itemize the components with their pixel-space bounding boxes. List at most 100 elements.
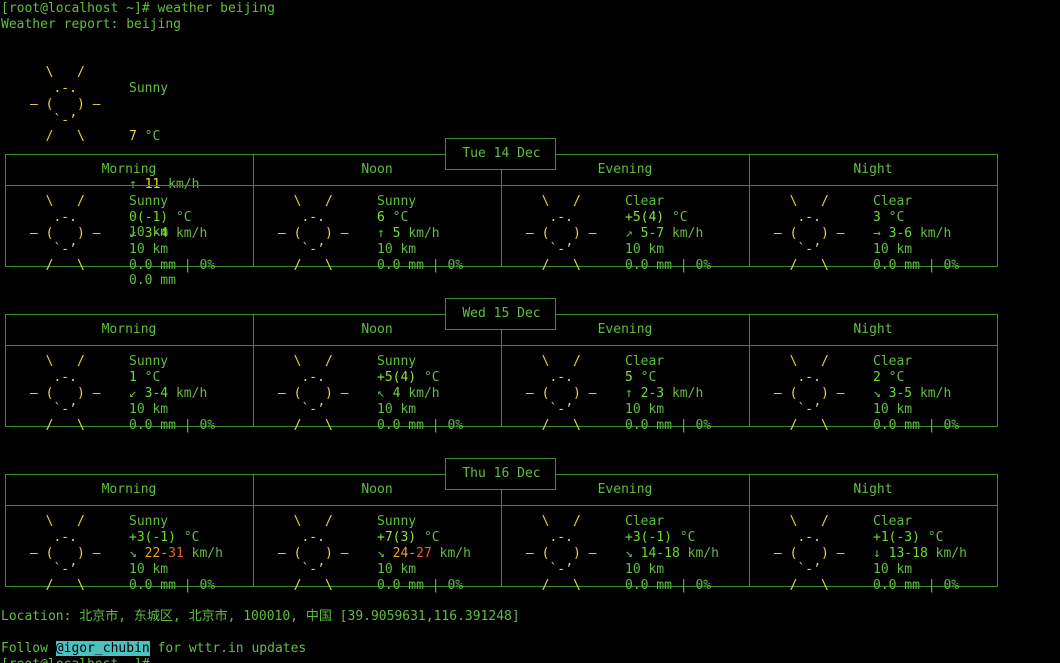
period-wind: ↘ 24-27 km/h <box>377 546 471 561</box>
current-precip: 0.0 mm <box>129 273 176 288</box>
period-wind: ↙ 3-4 km/h <box>129 386 208 401</box>
period-header-noon: Noon <box>361 482 393 497</box>
period-weather-info: Clear +3(-1) °C ↘ 14-18 km/h 10 km 0.0 mm | … <box>625 514 719 594</box>
sun-icon: \ / .-. ― ( ) ― `-’ / \ <box>30 194 101 273</box>
period-weather-info: Clear +5(4) °C ↗ 5-7 km/h 10 km 0.0 mm | 0% <box>625 194 711 274</box>
date-label: Wed 15 Dec <box>462 306 541 321</box>
forecast-day-block: Thu 16 Dec Morning \ / .-. ― ( ) ― `-’ / … <box>5 458 998 593</box>
period-header-noon: Noon <box>361 162 393 177</box>
period-condition: Sunny <box>377 354 417 369</box>
period-header-morning: Morning <box>101 482 157 497</box>
period-weather-info: Clear 2 °C ↘ 3-5 km/h 10 km 0.0 mm | 0% <box>873 354 959 434</box>
sun-icon: \ / .-. ― ( ) ― `-’ / \ <box>278 194 349 273</box>
period-temp: +5(4) °C <box>377 370 440 385</box>
period-condition: Sunny <box>129 194 169 209</box>
period-wind: → 3-6 km/h <box>873 226 952 241</box>
period-temp: 6 °C <box>377 210 409 225</box>
report-title: Weather report: beijing <box>1 17 182 32</box>
sun-icon: \ / .-. ― ( ) ― `-’ / \ <box>774 514 845 593</box>
period-visibility: 10 km <box>377 402 417 417</box>
period-header-morning: Morning <box>101 322 157 337</box>
period-visibility: 10 km <box>873 242 913 257</box>
period-header-noon: Noon <box>361 322 393 337</box>
period-temp: +3(-1) °C <box>129 530 200 545</box>
period-weather-info: Sunny +5(4) °C ↖ 4 km/h 10 km 0.0 mm | 0% <box>377 354 463 434</box>
sun-icon: \ / .-. ― ( ) ― `-’ / \ <box>30 514 101 593</box>
period-precip: 0.0 mm | 0% <box>377 418 464 433</box>
period-precip: 0.0 mm | 0% <box>377 258 464 273</box>
period-header-night: Night <box>853 162 893 177</box>
period-visibility: 10 km <box>129 562 169 577</box>
period-temp: 0(-1) °C <box>129 210 192 225</box>
sun-icon: \ / .-. ― ( ) ― `-’ / \ <box>526 194 597 273</box>
period-condition: Sunny <box>129 514 169 529</box>
period-header-night: Night <box>853 482 893 497</box>
period-visibility: 10 km <box>129 402 169 417</box>
sun-icon: \ / .-. ― ( ) ― `-’ / \ <box>526 514 597 593</box>
period-precip: 0.0 mm | 0% <box>377 578 464 593</box>
period-visibility: 10 km <box>625 562 665 577</box>
period-header-evening: Evening <box>597 482 653 497</box>
period-temp: 3 °C <box>873 210 905 225</box>
forecast-day-block: Tue 14 Dec Morning \ / .-. ― ( ) ― `-’ / … <box>5 138 998 273</box>
period-weather-info: Sunny +7(3) °C ↘ 24-27 km/h 10 km 0.0 mm | 0… <box>377 514 471 594</box>
sun-icon: \ / .-. ― ( ) ― `-’ / \ <box>30 354 101 433</box>
period-precip: 0.0 mm | 0% <box>873 258 960 273</box>
period-visibility: 10 km <box>873 402 913 417</box>
period-weather-info: Sunny +3(-1) °C ↘ 22-31 km/h 10 km 0.0 mm | … <box>129 514 223 594</box>
period-weather-info: Sunny 1 °C ↙ 3-4 km/h 10 km 0.0 mm | 0% <box>129 354 215 434</box>
sun-icon: \ / .-. ― ( ) ― `-’ / \ <box>278 354 349 433</box>
period-temp: 5 °C <box>625 370 657 385</box>
period-visibility: 10 km <box>377 242 417 257</box>
period-precip: 0.0 mm | 0% <box>873 418 960 433</box>
period-visibility: 10 km <box>377 562 417 577</box>
period-condition: Clear <box>625 514 665 529</box>
period-header-evening: Evening <box>597 322 653 337</box>
period-weather-info: Clear 5 °C ↑ 2-3 km/h 10 km 0.0 mm | 0% <box>625 354 711 434</box>
period-visibility: 10 km <box>873 562 913 577</box>
period-temp: +3(-1) °C <box>625 530 696 545</box>
forecast-day-block: Wed 15 Dec Morning \ / .-. ― ( ) ― `-’ / … <box>5 298 998 433</box>
period-temp: 2 °C <box>873 370 905 385</box>
sun-icon: \ / .-. ― ( ) ― `-’ / \ <box>526 354 597 433</box>
period-condition: Sunny <box>377 514 417 529</box>
twitter-handle-link[interactable]: @igor_chubin <box>55 641 150 656</box>
period-weather-info: Sunny 0(-1) °C ↙ 3-4 km/h 10 km 0.0 mm | 0% <box>129 194 215 274</box>
period-visibility: 10 km <box>625 242 665 257</box>
period-precip: 0.0 mm | 0% <box>873 578 960 593</box>
period-precip: 0.0 mm | 0% <box>625 418 712 433</box>
period-wind: ↘ 14-18 km/h <box>625 546 719 561</box>
location-line: Location: 北京市, 东城区, 北京市, 100010, 中国 [39.… <box>1 609 520 624</box>
follow-line: Follow @igor_chubin for wttr.in updates <box>1 641 307 656</box>
period-temp: +1(-3) °C <box>873 530 944 545</box>
period-precip: 0.0 mm | 0% <box>129 578 216 593</box>
period-wind: ↗ 5-7 km/h <box>625 226 704 241</box>
period-condition: Clear <box>873 194 913 209</box>
period-precip: 0.0 mm | 0% <box>129 258 216 273</box>
period-header-night: Night <box>853 322 893 337</box>
period-visibility: 10 km <box>129 242 169 257</box>
period-header-morning: Morning <box>101 162 157 177</box>
period-temp: +7(3) °C <box>377 530 440 545</box>
period-header-evening: Evening <box>597 162 653 177</box>
period-weather-info: Clear 3 °C → 3-6 km/h 10 km 0.0 mm | 0% <box>873 194 959 274</box>
period-wind: ↘ 3-5 km/h <box>873 386 952 401</box>
period-visibility: 10 km <box>625 402 665 417</box>
period-precip: 0.0 mm | 0% <box>129 418 216 433</box>
period-precip: 0.0 mm | 0% <box>625 258 712 273</box>
period-weather-info: Clear +1(-3) °C ↓ 13-18 km/h 10 km 0.0 mm | … <box>873 514 967 594</box>
period-wind: ↑ 2-3 km/h <box>625 386 704 401</box>
period-temp: +5(4) °C <box>625 210 688 225</box>
sun-icon: \ / .-. ― ( ) ― `-’ / \ <box>774 194 845 273</box>
period-condition: Sunny <box>377 194 417 209</box>
date-label: Thu 16 Dec <box>462 466 541 481</box>
sun-icon: \ / .-. ― ( ) ― `-’ / \ <box>278 514 349 593</box>
period-condition: Clear <box>625 194 665 209</box>
period-condition: Clear <box>873 354 913 369</box>
sun-icon: \ / .-. ― ( ) ― `-’ / \ <box>774 354 845 433</box>
period-wind: ↘ 22-31 km/h <box>129 546 223 561</box>
next-prompt: [root@localhost ~]# <box>1 657 150 663</box>
period-weather-info: Sunny 6 °C ↑ 5 km/h 10 km 0.0 mm | 0% <box>377 194 463 274</box>
period-wind: ↖ 4 km/h <box>377 386 440 401</box>
period-precip: 0.0 mm | 0% <box>625 578 712 593</box>
